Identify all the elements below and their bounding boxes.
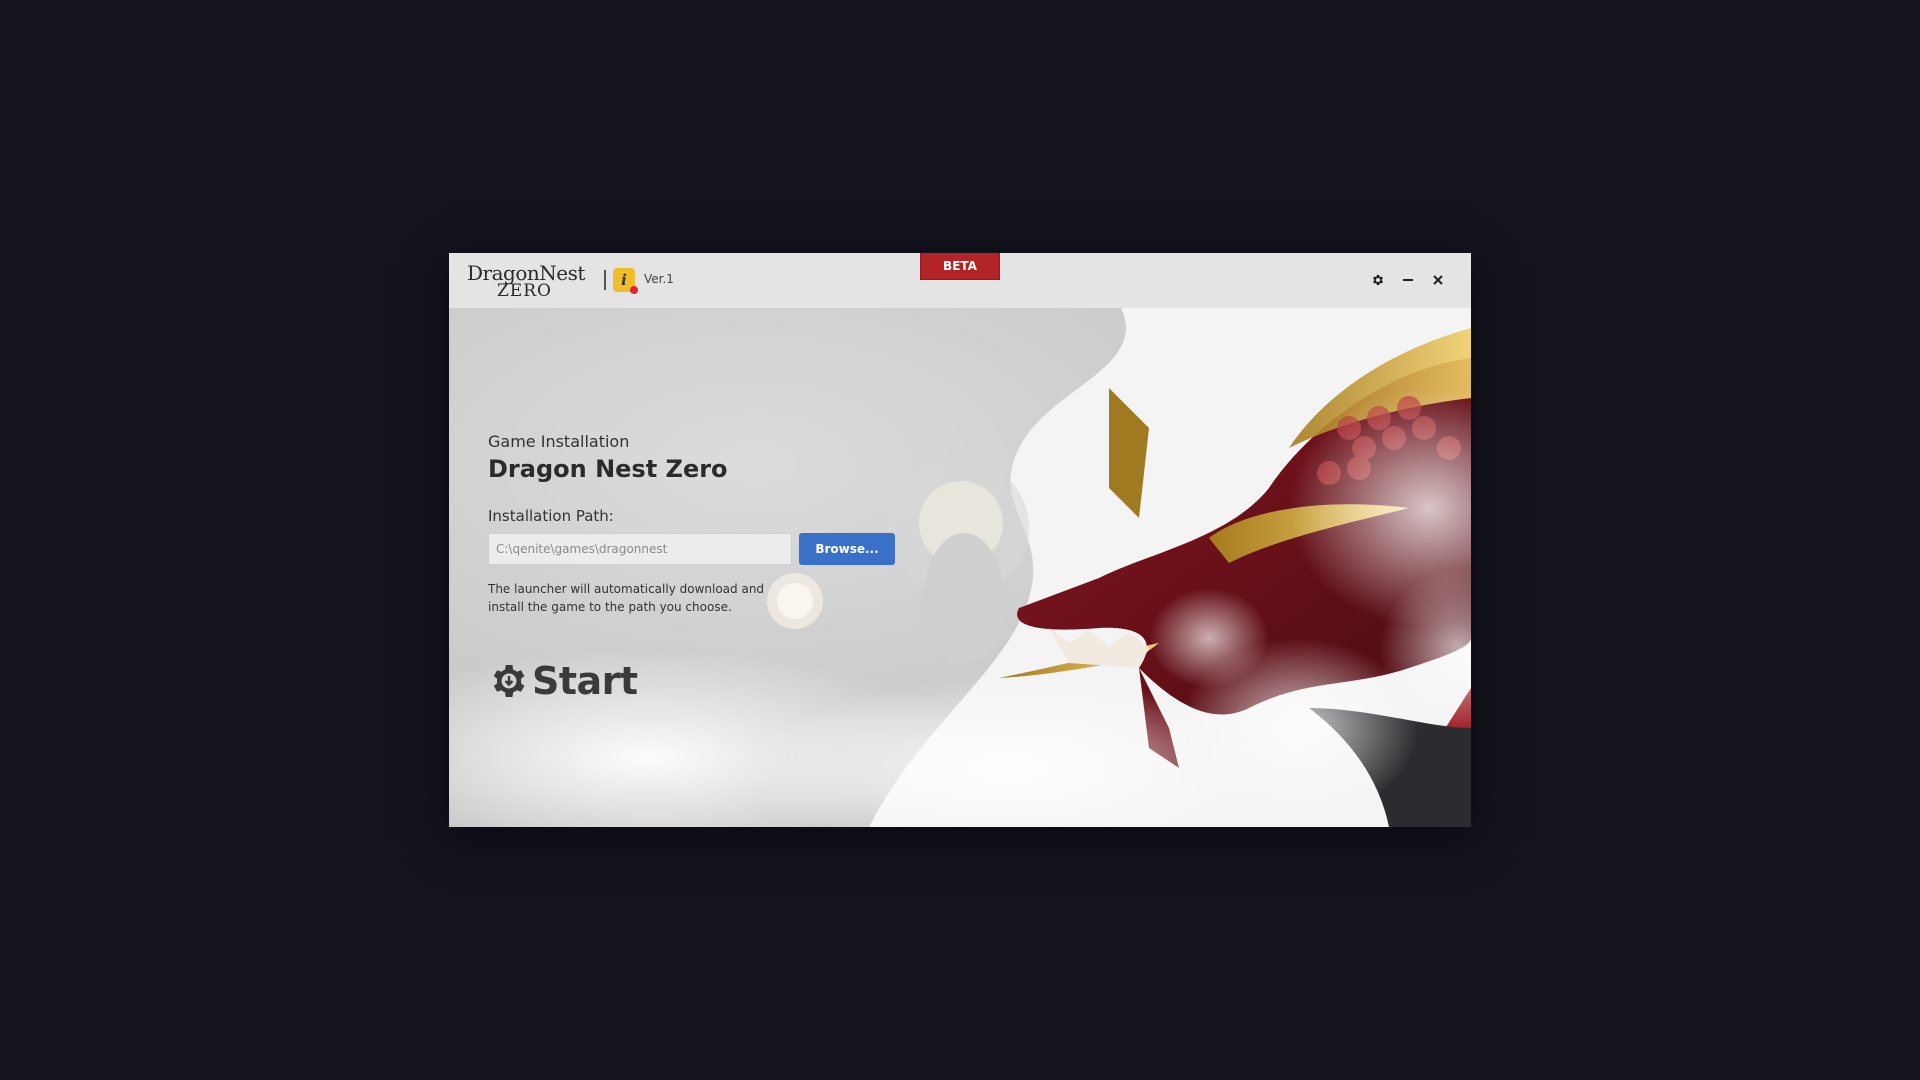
- close-icon: [1433, 275, 1443, 285]
- dragon-artwork: [449, 308, 1471, 827]
- info-icon[interactable]: i: [613, 268, 638, 294]
- launcher-window: DragonNest ZERO i Ver.1 BETA Game Instal…: [449, 253, 1471, 827]
- title-separator: [604, 270, 606, 290]
- minimize-icon: [1403, 279, 1413, 281]
- game-title: Dragon Nest Zero: [488, 455, 728, 483]
- gear-icon: [1372, 274, 1384, 286]
- install-subtitle: Game Installation: [488, 432, 630, 451]
- close-button[interactable]: [1427, 269, 1449, 291]
- installation-path-input[interactable]: [488, 533, 792, 565]
- logo-line-1: DragonNest: [467, 261, 585, 285]
- browse-button[interactable]: Browse...: [799, 533, 895, 565]
- title-bar[interactable]: DragonNest ZERO i Ver.1 BETA: [449, 253, 1471, 308]
- version-label: Ver.1: [644, 272, 674, 286]
- notification-dot: [630, 286, 638, 294]
- beta-badge: BETA: [920, 253, 1000, 280]
- gear-download-icon: [493, 665, 525, 697]
- start-button[interactable]: Start: [490, 655, 638, 707]
- settings-button[interactable]: [1367, 269, 1389, 291]
- installation-path-label: Installation Path:: [488, 507, 614, 525]
- hero-panel: Game Installation Dragon Nest Zero Insta…: [449, 308, 1471, 827]
- dragon-nest-zero-logo: DragonNest ZERO: [467, 261, 592, 301]
- start-label: Start: [532, 659, 638, 703]
- install-note: The launcher will automatically download…: [488, 582, 765, 614]
- minimize-button[interactable]: [1397, 269, 1419, 291]
- logo-line-2: ZERO: [497, 281, 552, 301]
